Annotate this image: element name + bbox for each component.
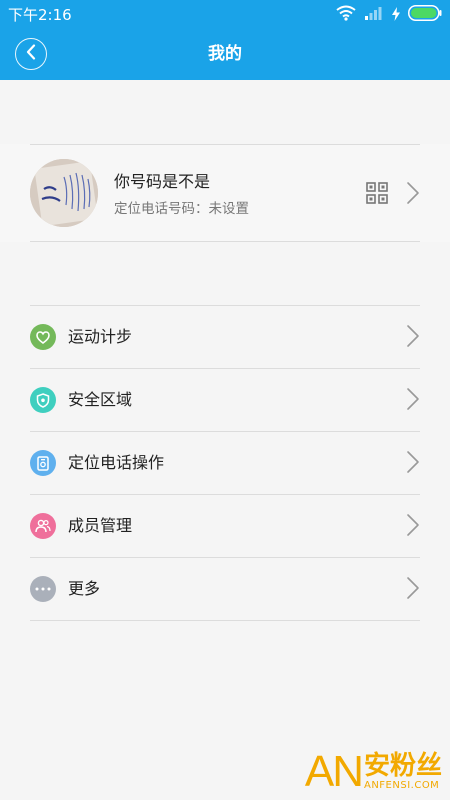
chevron-right-icon (406, 513, 420, 541)
chevron-right-icon (406, 181, 420, 209)
menu-item-step-counter[interactable]: 运动计步 (30, 305, 420, 368)
battery-icon (408, 5, 442, 25)
watermark-domain: ANFENSI.COM (363, 780, 440, 791)
more-icon (30, 576, 56, 602)
menu-item-label: 成员管理 (68, 516, 133, 535)
menu-item-label: 安全区域 (68, 390, 133, 409)
phone-device-icon (30, 450, 56, 476)
menu-item-phone-operations[interactable]: 定位电话操作 (30, 431, 420, 494)
watermark-name: 安粉丝 (363, 751, 442, 781)
menu-item-label: 运动计步 (68, 327, 133, 346)
profile-card[interactable]: 你号码是不是 定位电话号码：未设置 (0, 144, 450, 242)
status-time: 下午2:16 (8, 6, 72, 24)
watermark-an: AN (304, 747, 364, 796)
status-icons (336, 5, 442, 25)
menu-item-label: 更多 (68, 579, 101, 598)
nav-bar: 我的 (0, 30, 450, 80)
menu-item-member-management[interactable]: 成员管理 (30, 494, 420, 557)
wifi-icon (336, 5, 356, 25)
watermark-logo: AN 安粉丝 ANFENSI.COM (304, 747, 442, 796)
chevron-right-icon (406, 324, 420, 352)
heart-icon (30, 324, 56, 350)
menu-item-label: 定位电话操作 (68, 453, 165, 472)
app-header: 下午2:16 我的 (0, 0, 450, 80)
shield-icon (30, 387, 56, 413)
menu-list: 运动计步 安全区域 定位电话操作 成员管理 更多 (0, 305, 450, 621)
charging-icon (392, 6, 400, 25)
signal-icon (364, 5, 384, 25)
menu-item-more[interactable]: 更多 (30, 557, 420, 621)
chevron-right-icon (406, 387, 420, 415)
profile-phone-status: 定位电话号码：未设置 (114, 201, 249, 217)
avatar[interactable] (30, 159, 98, 227)
members-icon (30, 513, 56, 539)
qr-code-icon[interactable] (366, 182, 388, 204)
chevron-right-icon (406, 450, 420, 478)
menu-item-safe-zone[interactable]: 安全区域 (30, 368, 420, 431)
profile-name: 你号码是不是 (114, 172, 211, 191)
status-bar: 下午2:16 (0, 0, 450, 30)
page-title: 我的 (208, 44, 242, 64)
chevron-right-icon (406, 576, 420, 604)
